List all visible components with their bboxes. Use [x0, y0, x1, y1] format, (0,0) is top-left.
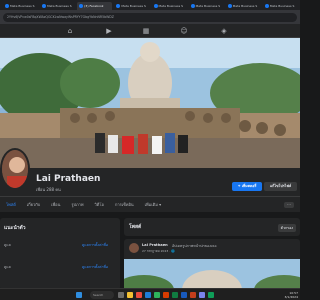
- profile-tabs: โพสต์ เกี่ยวกับ เพื่อน รูปภาพ วิดีโอ การ…: [0, 196, 300, 212]
- meta-icon: [116, 4, 121, 8]
- clock-date: 3/1/2024: [284, 295, 298, 299]
- gaming-icon[interactable]: ◈: [220, 27, 228, 35]
- browser-tab-active[interactable]: (3) Facebook: [77, 2, 113, 10]
- more-options-button[interactable]: ···: [284, 202, 294, 208]
- word-icon[interactable]: [181, 292, 187, 298]
- intro-row-link[interactable]: ดูแลการตั้งค่าชื่อ: [82, 264, 108, 270]
- app-icon[interactable]: [199, 292, 205, 298]
- taskbar: Search 10:57 3/1/2024: [0, 288, 300, 300]
- tab-posts[interactable]: โพสต์: [6, 201, 16, 208]
- meta-icon: [5, 4, 9, 8]
- marketplace-icon[interactable]: ▦: [142, 27, 150, 35]
- add-story-button[interactable]: + เพิ่มสตอรี่: [232, 182, 262, 191]
- tab-photos[interactable]: รูปภาพ: [71, 201, 83, 208]
- app-icon[interactable]: [208, 292, 214, 298]
- profile-content: แนะนำตัว ดูแล ดูแลการตั้งค่าชื่อ ดูแล ดู…: [0, 212, 300, 290]
- file-explorer-icon[interactable]: [127, 292, 133, 298]
- facebook-navbar: ⌂ ▶ ▦ ☺ ◈: [0, 24, 300, 38]
- browser-tab[interactable]: Meta Business S: [226, 2, 261, 10]
- browser-tab[interactable]: Meta Business S: [189, 2, 224, 10]
- meta-icon: [264, 4, 269, 8]
- task-view-icon[interactable]: [118, 292, 124, 298]
- browser-tab[interactable]: Meta Business S: [114, 2, 149, 10]
- facebook-icon: [79, 4, 84, 8]
- meta-icon: [153, 4, 158, 8]
- tab-videos[interactable]: วิดีโอ: [95, 201, 104, 208]
- tab-checkins[interactable]: การเช็คอิน: [115, 201, 134, 208]
- filter-button[interactable]: ตัวกรอง: [277, 224, 296, 232]
- edit-profile-button[interactable]: แก้ไขโปรไฟล์: [264, 182, 297, 191]
- intro-card: แนะนำตัว ดูแล ดูแลการตั้งค่าชื่อ ดูแล ดู…: [0, 218, 120, 290]
- posts-header-card: โพสต์ ตัวกรอง: [124, 218, 300, 236]
- cover-photo-image: [0, 38, 300, 168]
- intro-row-label: ดูแล: [4, 243, 11, 247]
- tab-more[interactable]: เพิ่มเติม ▾: [145, 201, 162, 208]
- edge-icon[interactable]: [145, 292, 151, 298]
- post-image[interactable]: [124, 259, 300, 290]
- taskbar-search[interactable]: Search: [90, 291, 114, 299]
- intro-row-label: ดูแล: [4, 265, 11, 269]
- chrome-icon[interactable]: [136, 292, 142, 298]
- address-bar: 2YHv6JVPcw0sFBqXWAzQGCKLwNwayWsPRYY7GbgY…: [0, 10, 300, 24]
- posts-title: โพสต์: [129, 224, 142, 230]
- video-icon[interactable]: ▶: [105, 27, 113, 35]
- intro-row-link[interactable]: ดูแลการตั้งค่าชื่อ: [82, 242, 108, 248]
- profile-avatar[interactable]: [0, 148, 30, 190]
- excel-icon[interactable]: [172, 292, 178, 298]
- post-author[interactable]: Lai Prathaen: [142, 243, 168, 247]
- intro-title: แนะนำตัว: [4, 225, 26, 231]
- browser-tab[interactable]: Meta Business S: [40, 2, 75, 10]
- post-card: Lai Prathaen อัปเดตรูปภาพหน้าปกของเธอ 27…: [124, 239, 300, 290]
- home-icon[interactable]: ⌂: [66, 27, 74, 35]
- browser-tab[interactable]: Meta Business S: [3, 2, 38, 10]
- cover-photo[interactable]: [0, 38, 300, 168]
- meta-icon: [190, 4, 195, 8]
- groups-icon[interactable]: ☺: [180, 27, 188, 35]
- browser-tab[interactable]: Meta Business S: [152, 2, 187, 10]
- start-icon[interactable]: [76, 292, 82, 298]
- app-icon[interactable]: [163, 292, 169, 298]
- app-icon[interactable]: [190, 292, 196, 298]
- post-date[interactable]: 27 กรกฎาคม 2023 · 🌐: [142, 249, 175, 254]
- app-icon[interactable]: [154, 292, 160, 298]
- meta-icon: [227, 4, 232, 8]
- friends-count[interactable]: เพื่อน 288 คน: [36, 186, 61, 193]
- tab-about[interactable]: เกี่ยวกับ: [27, 201, 40, 208]
- tab-friends[interactable]: เพื่อน: [51, 201, 60, 208]
- post-author-avatar[interactable]: [129, 243, 139, 253]
- browser-tab[interactable]: Meta Business S: [263, 2, 298, 10]
- post-action: อัปเดตรูปภาพหน้าปกของเธอ: [172, 244, 217, 248]
- url-field[interactable]: 2YHv6JVPcw0sFBqXWAzQGCKLwNwayWsPRYY7GbgY…: [3, 12, 297, 22]
- profile-name: Lai Prathaen: [36, 174, 101, 184]
- browser-tab-strip: Meta Business S Meta Business S (3) Face…: [0, 0, 300, 10]
- system-clock[interactable]: 10:57 3/1/2024: [285, 291, 298, 299]
- meta-icon: [42, 4, 47, 8]
